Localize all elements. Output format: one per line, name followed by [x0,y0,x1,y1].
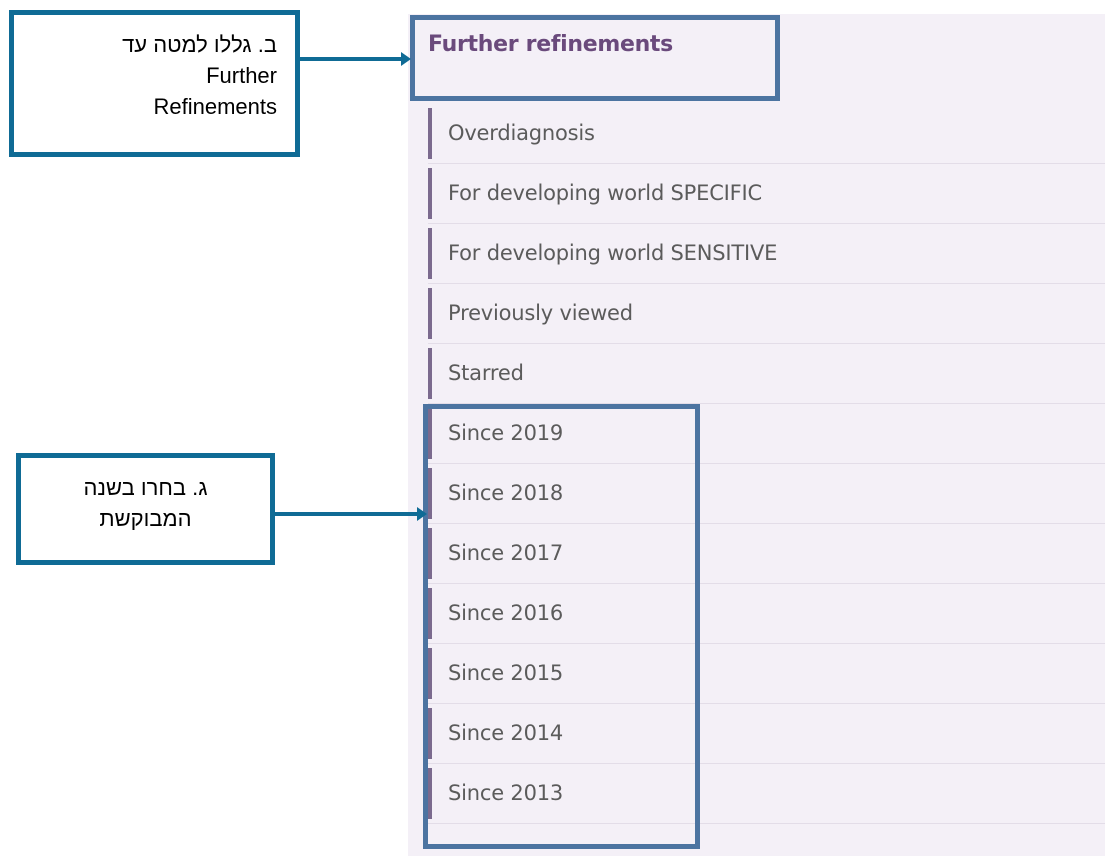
callout-b-line-2: Further [206,63,277,88]
refinement-item-since-2015[interactable]: Since 2015 [428,644,1105,704]
refinement-label[interactable]: Starred [448,344,524,402]
refinement-item-developing-world-specific[interactable]: For developing world SPECIFIC [428,164,1105,224]
refinements-list: Overdiagnosis For developing world SPECI… [428,104,1105,824]
refinement-label[interactable]: Since 2014 [448,704,563,762]
refinement-item-since-2013[interactable]: Since 2013 [428,764,1105,824]
refinement-label[interactable]: Overdiagnosis [448,104,595,162]
refinement-label[interactable]: Since 2017 [448,524,563,582]
callout-choose-year: ג. בחרו בשנה המבוקשת [16,453,275,565]
callout-g-line-1: ג. בחרו בשנה [83,475,208,500]
refinement-item-since-2018[interactable]: Since 2018 [428,464,1105,524]
refinement-label[interactable]: Since 2016 [448,584,563,642]
further-refinements-panel: Further refinements Overdiagnosis For de… [408,14,1105,856]
refinement-label[interactable]: Since 2019 [448,404,563,462]
refinement-item-starred[interactable]: Starred [428,344,1105,404]
refinement-item-since-2017[interactable]: Since 2017 [428,524,1105,584]
refinement-label[interactable]: For developing world SENSITIVE [448,224,777,282]
refinement-label[interactable]: Since 2018 [448,464,563,522]
refinement-item-overdiagnosis[interactable]: Overdiagnosis [428,104,1105,164]
refinement-label[interactable]: Previously viewed [448,284,633,342]
refinement-item-previously-viewed[interactable]: Previously viewed [428,284,1105,344]
callout-g-line-2: המבוקשת [99,506,192,531]
refinement-label[interactable]: Since 2015 [448,644,563,702]
refinement-item-since-2014[interactable]: Since 2014 [428,704,1105,764]
refinement-label[interactable]: For developing world SPECIFIC [448,164,762,222]
refinement-label[interactable]: Since 2013 [448,764,563,822]
refinement-item-since-2019[interactable]: Since 2019 [428,404,1105,464]
callout-b-arrow-icon [300,52,411,66]
callout-b-line-1: ב. גללו למטה עד [122,32,277,57]
refinement-item-developing-world-sensitive[interactable]: For developing world SENSITIVE [428,224,1105,284]
callout-scroll-to-further-refinements: ב. גללו למטה עד Further Refinements [9,10,300,157]
refinement-item-since-2016[interactable]: Since 2016 [428,584,1105,644]
further-refinements-heading: Further refinements [428,32,673,57]
callout-g-arrow-icon [275,507,427,521]
callout-b-line-3: Refinements [153,94,277,119]
